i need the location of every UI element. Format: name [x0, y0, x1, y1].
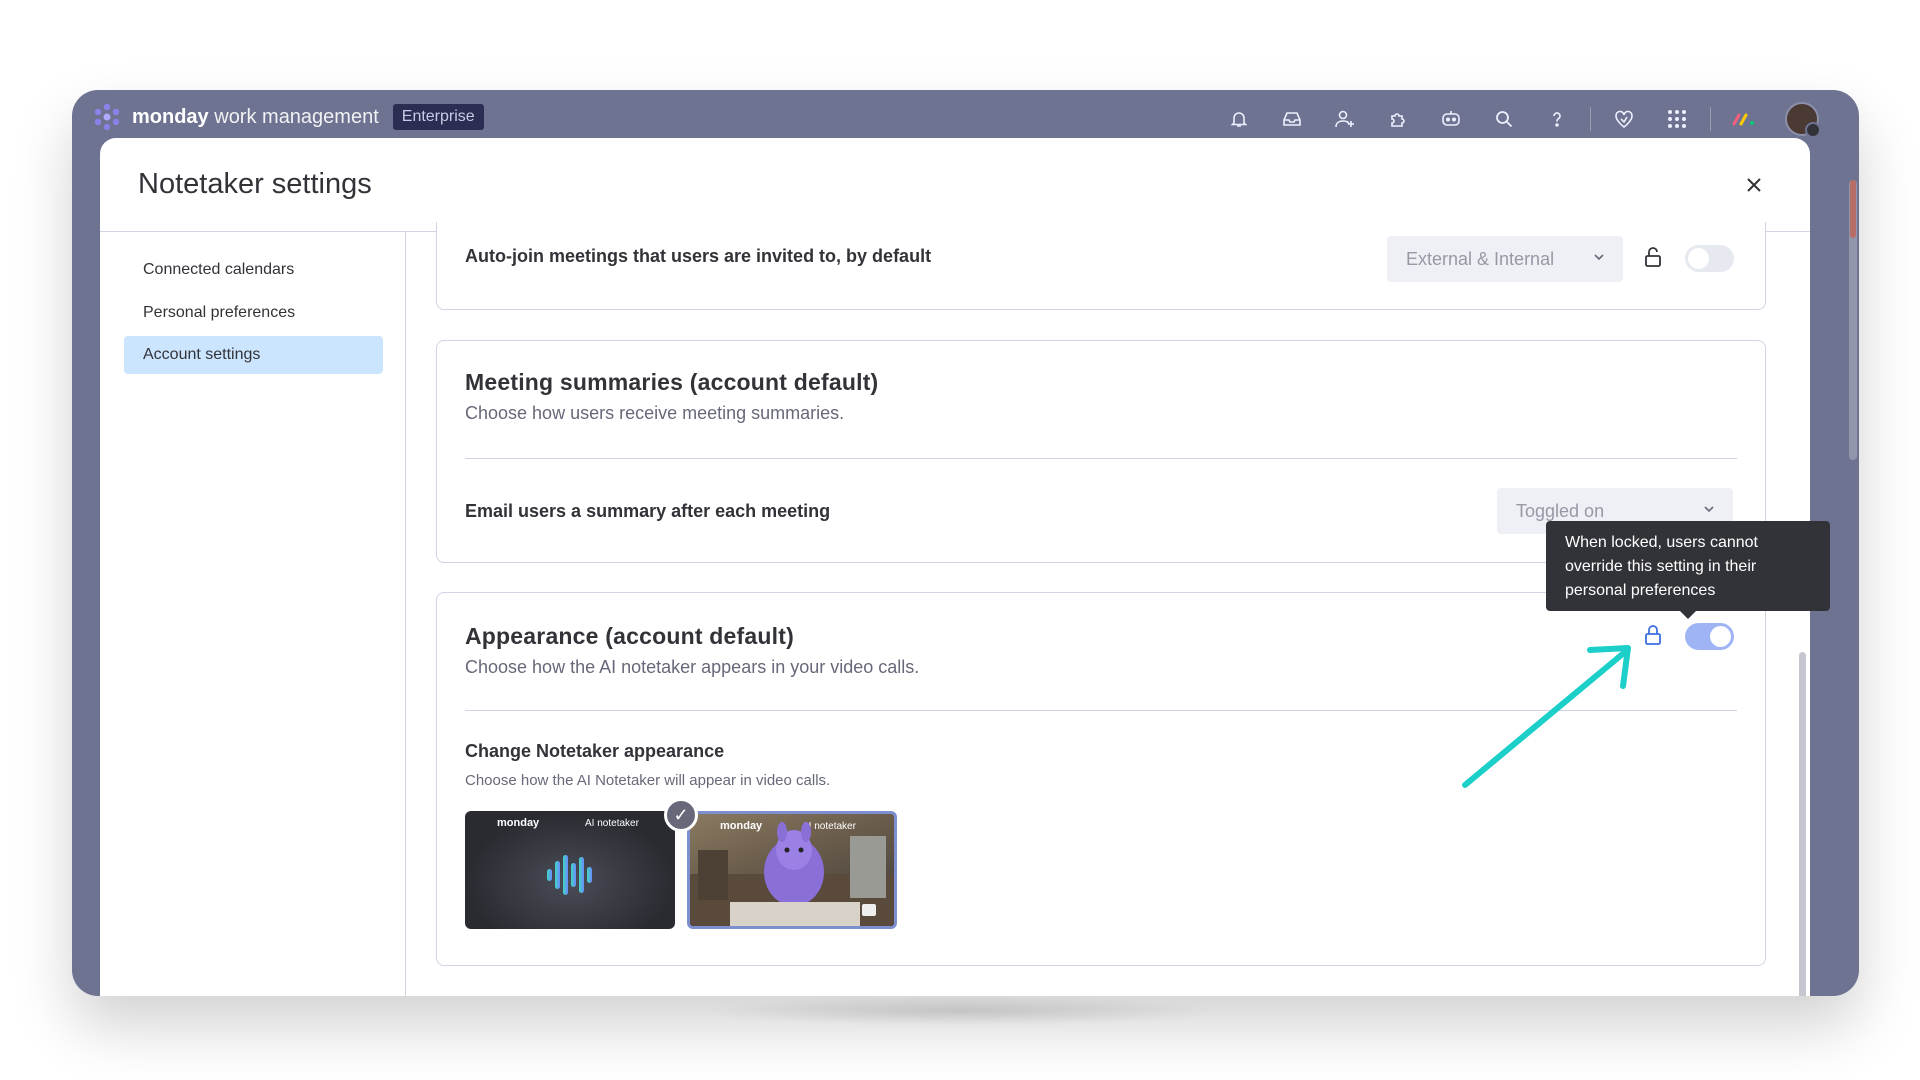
chevron-down-icon — [1704, 506, 1714, 513]
plan-badge: Enterprise — [392, 104, 484, 130]
modal-header: Notetaker settings — [100, 138, 1810, 232]
email-summary-dropdown-value: Toggled on — [1516, 501, 1605, 521]
apps-icon[interactable] — [1386, 107, 1410, 131]
summaries-title: Meeting summaries (account default) — [465, 369, 879, 395]
topbar-separator-2 — [1710, 107, 1711, 131]
frame-shadow — [700, 996, 1220, 1026]
settings-sidebar: Connected calendars Personal preferences… — [100, 232, 406, 996]
lock-icon[interactable] — [1643, 624, 1663, 646]
grid-icon[interactable] — [1665, 107, 1689, 131]
monday-icon[interactable] — [1732, 107, 1756, 131]
settings-content: Auto-join meetings that users are invite… — [406, 222, 1810, 996]
auto-join-dropdown-value: External & Internal — [1406, 249, 1555, 269]
bell-icon[interactable] — [1227, 107, 1251, 131]
unlocked-icon[interactable] — [1643, 246, 1663, 268]
toggle-knob — [1710, 626, 1731, 647]
ai-icon[interactable] — [1439, 107, 1463, 131]
auto-join-toggle[interactable] — [1685, 245, 1734, 272]
content-scrollbar[interactable] — [1799, 652, 1806, 996]
thumb-brand: monday — [497, 817, 540, 829]
sidebar-item-connected-calendars[interactable]: Connected calendars — [124, 251, 383, 289]
topbar-separator — [1590, 107, 1591, 131]
brand-logo[interactable]: monday work management Enterprise — [92, 102, 484, 132]
appearance-toggle[interactable] — [1685, 623, 1734, 650]
monday-logo-icon — [94, 103, 120, 131]
invite-icon[interactable] — [1333, 107, 1357, 131]
search-icon[interactable] — [1492, 107, 1516, 131]
llama-avatar-icon — [690, 822, 894, 926]
help-icon[interactable] — [1545, 107, 1569, 131]
sidebar-item-account-settings[interactable]: Account settings — [124, 336, 383, 374]
close-button[interactable] — [1742, 174, 1766, 198]
top-icons — [1227, 102, 1821, 138]
annotation-arrow-icon — [1462, 645, 1631, 788]
sound-wave-icon — [547, 855, 592, 895]
brand-name: monday work management — [132, 106, 379, 129]
sidebar-item-personal-preferences[interactable]: Personal preferences — [124, 294, 383, 332]
inbox-icon[interactable] — [1280, 107, 1304, 131]
email-summary-label: Email users a summary after each meeting — [465, 501, 831, 521]
auto-join-dropdown[interactable]: External & Internal — [1387, 236, 1623, 282]
toggle-knob — [1688, 248, 1709, 269]
appearance-description: Choose how the AI notetaker appears in y… — [465, 657, 920, 677]
appearance-option-wave[interactable]: monday AI notetaker — [465, 811, 675, 929]
close-icon — [1747, 178, 1761, 192]
appearance-title: Appearance (account default) — [465, 623, 794, 649]
top-bar: monday work management Enterprise — [72, 90, 1859, 138]
selected-check-icon: ✓ — [664, 798, 698, 832]
summaries-description: Choose how users receive meeting summari… — [465, 403, 845, 423]
thumb-tag: AI notetaker — [585, 818, 639, 829]
appearance-option-llama[interactable]: monday AI notetaker — [687, 811, 897, 929]
summaries-divider — [465, 458, 1737, 459]
page-scrollbar[interactable] — [1849, 180, 1857, 460]
auto-join-card: Auto-join meetings that users are invite… — [436, 222, 1766, 310]
change-appearance-description: Choose how the AI Notetaker will appear … — [465, 772, 831, 789]
brand-bold: monday — [132, 105, 209, 128]
chevron-down-icon — [1594, 254, 1604, 261]
change-appearance-title: Change Notetaker appearance — [465, 741, 725, 761]
brand-rest: work management — [208, 105, 379, 128]
auto-join-label: Auto-join meetings that users are invite… — [465, 246, 932, 266]
avatar[interactable] — [1785, 102, 1821, 138]
lock-tooltip: When locked, users cannot override this … — [1546, 521, 1830, 619]
heart-icon[interactable] — [1612, 107, 1636, 131]
modal-title: Notetaker settings — [138, 168, 372, 200]
